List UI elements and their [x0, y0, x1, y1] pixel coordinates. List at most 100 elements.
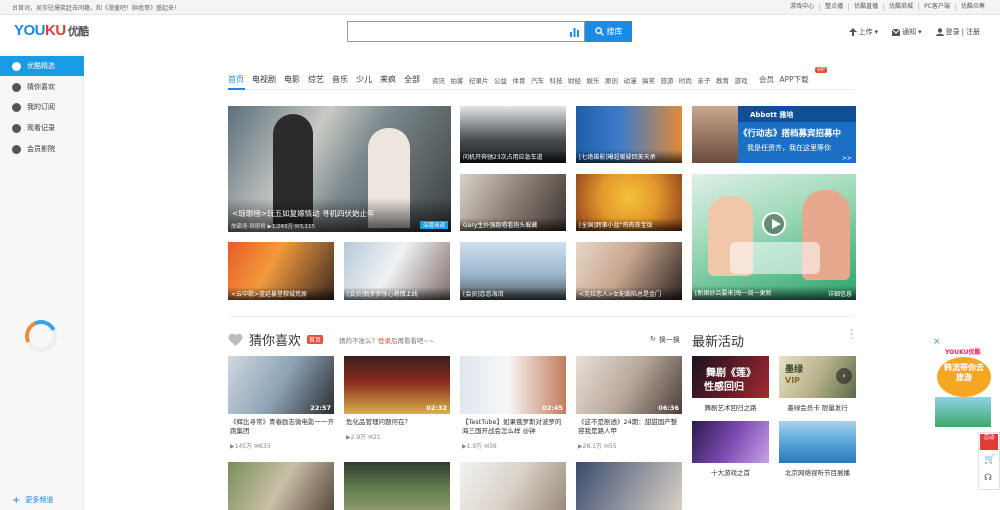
activity-caption[interactable]: 北京网络视听节目展播 [779, 467, 856, 477]
video-thumb-7[interactable] [460, 462, 566, 510]
tab-tech[interactable]: 科技 [550, 75, 563, 85]
feature-tag[interactable]: 详细信息 [828, 289, 852, 298]
tab-tv[interactable]: 电视剧 [252, 74, 276, 85]
video-thumb-4[interactable]: 06:36 [576, 356, 682, 414]
activity-thumb-3[interactable] [692, 421, 769, 463]
tab-charity[interactable]: 公益 [494, 75, 507, 85]
video-title[interactable]: 【TestTube】如果俄罗斯对波罗的海三国开战会怎么样 @钟 [462, 418, 566, 436]
tab-news[interactable]: 资讯 [432, 75, 445, 85]
more-options-icon[interactable]: · · · [850, 327, 853, 345]
video-thumb-2[interactable]: 02:32 [344, 356, 450, 414]
hero-tile-6[interactable]: [会员]新步步惊心嗯情上线 [344, 242, 450, 300]
activity-caption[interactable]: 舞剧艺术回归之路 [692, 402, 769, 412]
sidebar-item-label: 我的订阅 [27, 103, 55, 111]
tab-finance[interactable]: 财经 [568, 75, 581, 85]
close-icon[interactable]: × [933, 337, 941, 347]
hero-main-video[interactable]: <琅琊榜>玩五如复嫁情动 寻机四伏始止年 故霸场·琅琊榜 ▶1,243万 ✉3,… [228, 106, 451, 232]
top-link-pc-client[interactable]: PC客户端 [918, 3, 955, 11]
guess-prompt-text: 猜的不准么？ [339, 336, 379, 345]
tab-games[interactable]: 游戏 [735, 75, 748, 85]
sidebar-item-vip-cinema[interactable]: 会员影院 [0, 139, 84, 159]
video-thumb-6[interactable] [344, 462, 450, 510]
tab-fashion[interactable]: 时尚 [679, 75, 692, 85]
video-thumb-5[interactable] [228, 462, 334, 510]
activity-caption[interactable]: 墨绿会员卡 限量发行 [779, 402, 856, 412]
activity-thumb-4[interactable] [779, 421, 856, 463]
activity-thumb-1[interactable]: 舞剧《莲》 性感回归 [692, 356, 769, 398]
tab-kids[interactable]: 少儿 [356, 74, 372, 85]
top-link-game-center[interactable]: 游戏中心 [785, 3, 819, 11]
tab-movie[interactable]: 电影 [284, 74, 300, 85]
top-notice[interactable]: 台首词，吴莎驻爆笑赶去同籍，和《漫童吧！肿癌哥》盛起来！ [12, 3, 180, 12]
top-link-crowdfund[interactable]: 优酷众筹 [954, 3, 990, 11]
video-thumb-1[interactable]: 22:57 [228, 356, 334, 414]
sidebar-item-subscriptions[interactable]: 我的订阅 [0, 97, 84, 117]
activity-thumb-2[interactable]: 墨绿 VIP › [779, 356, 856, 398]
video-title[interactable]: 《辉比寻常》青春励志微电影一一齐跑集团 [230, 418, 334, 436]
login-link-inline[interactable]: 登录 [378, 337, 391, 345]
hero-tile-1[interactable]: 问机开奔驰23次占用应急车道 [460, 106, 566, 163]
tab-music[interactable]: 音乐 [332, 74, 348, 85]
top-link-hourly[interactable]: 整点播 [819, 3, 848, 11]
sidebar-item-featured[interactable]: 优酷精选 [0, 56, 84, 76]
activity-caption[interactable]: 十大游戏之首 [692, 467, 769, 477]
tab-education[interactable]: 教育 [716, 75, 729, 85]
more-channels-button[interactable]: + 更多频道 [0, 490, 84, 510]
top-link-live[interactable]: 优酷直播 [848, 3, 883, 11]
hero-tile-8[interactable]: <克拉恋人>女配霸陷总是金门 [576, 242, 682, 300]
hero-tile-5[interactable]: <云中歌>蓝廷暴登穆城荒原 [228, 242, 334, 300]
sidebar-item-history[interactable]: 观看记录 [0, 118, 84, 138]
hero-tile-3[interactable]: Gary生扑强跑唱看抱头躲藏 [460, 174, 566, 231]
tab-funny[interactable]: 搞笑 [642, 75, 655, 85]
tab-paike[interactable]: 拍客 [451, 75, 464, 85]
hero-main-caption-bar: <琅琊榜>玩五如复嫁情动 寻机四伏始止年 故霸场·琅琊榜 ▶1,243万 ✉3,… [228, 198, 451, 232]
feature-title-art [730, 242, 820, 274]
sidebar-item-guess[interactable]: 猜你喜欢 [0, 77, 84, 97]
hero-tile-4[interactable]: [全国]跨事小盆"鸡肉宵宝饭 [576, 174, 682, 231]
upload-button[interactable]: 上传 ▾ [848, 27, 879, 37]
crown-icon [12, 144, 21, 154]
headset-icon[interactable]: ☊ [984, 473, 992, 483]
video-thumb-3[interactable]: 02:45 [460, 356, 566, 414]
upload-label: 上传 [858, 28, 873, 36]
register-link[interactable]: 注册 [966, 27, 980, 37]
tab-original[interactable]: 原创 [605, 75, 618, 85]
tab-laifeng[interactable]: 来疯 [380, 74, 396, 85]
chevron-right-icon[interactable]: › [836, 368, 852, 384]
search-button[interactable]: 搜库 [585, 21, 632, 42]
hero-feature-video[interactable]: [新娘妙吕要来]每一周一更新 详细信息 [692, 174, 856, 300]
tab-documentary[interactable]: 纪录片 [469, 75, 489, 85]
hero-tile-7[interactable]: [会员]恋恋海湾 [460, 242, 566, 300]
chevron-down-icon: ▾ [874, 28, 879, 36]
tab-parenting[interactable]: 亲子 [698, 75, 711, 85]
search-icon [594, 27, 604, 36]
login-link[interactable]: 登录 [946, 27, 960, 37]
cart-icon[interactable]: 🛒 [984, 455, 995, 465]
activity-tile-text: VIP [785, 376, 801, 385]
video-thumb-8[interactable] [576, 462, 682, 510]
tab-travel[interactable]: 旅游 [661, 75, 674, 85]
tab-ent[interactable]: 娱乐 [587, 75, 600, 85]
tab-variety[interactable]: 综艺 [308, 74, 324, 85]
floating-ad[interactable]: × YOUKU优酷 韩流带你去旅游 [933, 337, 991, 427]
play-icon[interactable] [762, 212, 786, 236]
youku-logo[interactable]: YOUKU 优酷 [14, 22, 89, 39]
tab-app-download[interactable]: APP下载 [780, 74, 809, 85]
tab-vip[interactable]: 会员 [759, 74, 774, 85]
search-input[interactable] [348, 22, 558, 41]
top-link-mall[interactable]: 优酷商城 [883, 3, 918, 11]
more-channels-label: 更多频道 [25, 496, 54, 504]
tab-sports[interactable]: 体育 [513, 75, 526, 85]
activity-button[interactable]: 活动 [980, 434, 998, 450]
refresh-button[interactable]: ↻ 换一换 [650, 335, 680, 345]
notify-button[interactable]: 通知 ▾ [892, 27, 922, 37]
voice-search-icon[interactable] [570, 26, 579, 37]
video-title[interactable]: 《这不是剧透》24期：甜甜国产整容我是路人甲 [578, 418, 682, 436]
tab-all[interactable]: 全部 [404, 74, 420, 85]
hero-tile-2[interactable]: [七绝雄影]曝超暖疑回美天承 [576, 106, 682, 163]
tab-home[interactable]: 首页 [228, 74, 244, 85]
hero-main-tag[interactable]: 深度阅读 [419, 221, 448, 229]
abbott-ad[interactable]: Abbott 雅培 《行动志》搭档募宾招募中 我是任资齐，我在这里等你 >> [692, 106, 856, 163]
tab-auto[interactable]: 汽车 [531, 75, 544, 85]
tab-anime[interactable]: 动漫 [624, 75, 637, 85]
